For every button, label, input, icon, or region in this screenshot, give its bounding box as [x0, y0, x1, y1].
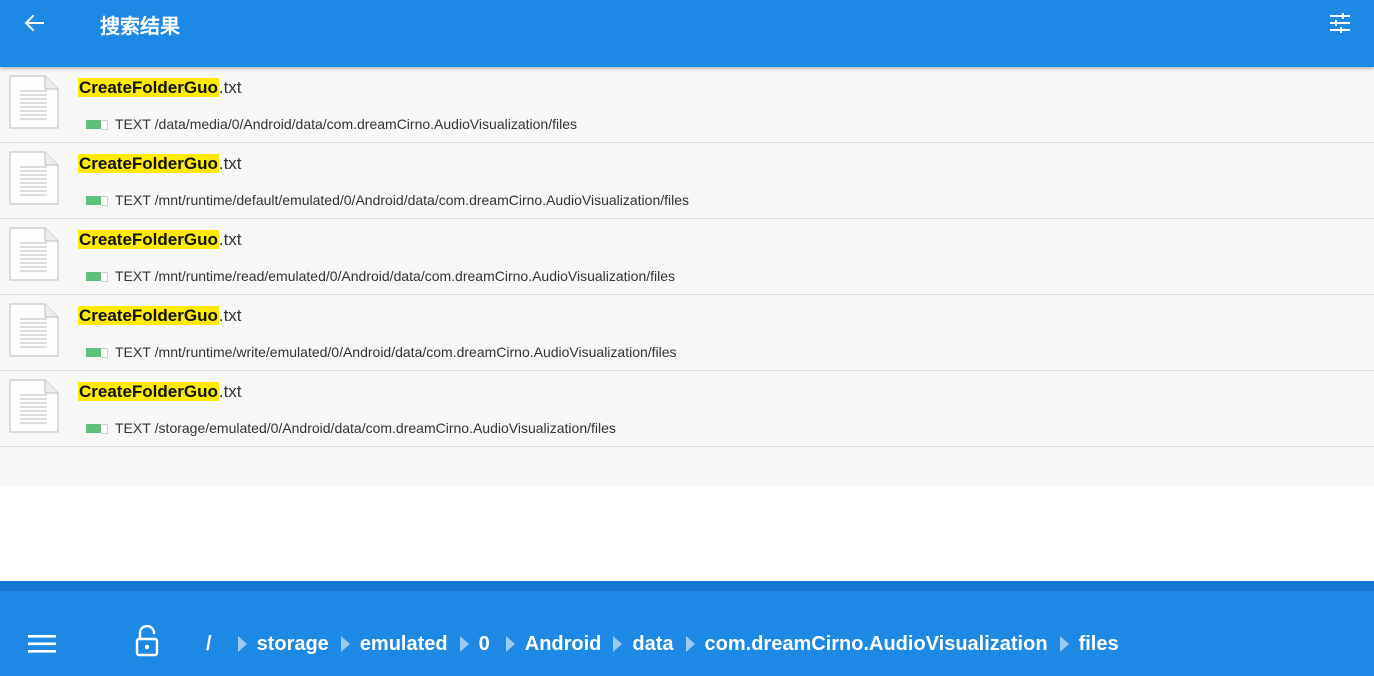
chevron-right-icon	[237, 636, 247, 652]
search-highlight: CreateFolderGuo	[78, 382, 219, 401]
file-type-icon	[86, 347, 108, 358]
text-file-icon	[9, 379, 59, 433]
file-path: /mnt/runtime/read/emulated/0/Android/dat…	[154, 268, 676, 284]
file-name: CreateFolderGuo.txt	[78, 382, 242, 402]
file-name: CreateFolderGuo.txt	[78, 154, 242, 174]
file-path: /mnt/runtime/default/emulated/0/Android/…	[154, 192, 690, 208]
chevron-right-icon	[340, 636, 350, 652]
hamburger-menu-icon	[28, 635, 56, 653]
search-highlight: CreateFolderGuo	[78, 78, 219, 97]
file-type-icon	[86, 271, 108, 282]
file-type: TEXT	[115, 192, 151, 208]
search-highlight: CreateFolderGuo	[78, 306, 219, 325]
file-type-icon	[86, 423, 108, 434]
breadcrumb-item[interactable]: storage	[257, 633, 329, 656]
file-extension: .txt	[218, 382, 242, 401]
file-meta: TEXT /mnt/runtime/write/emulated/0/Andro…	[86, 344, 677, 360]
file-path: /storage/emulated/0/Android/data/com.dre…	[154, 420, 616, 436]
text-file-icon	[9, 303, 59, 357]
search-results-list: CreateFolderGuo.txt TEXT /data/media/0/An…	[0, 67, 1374, 486]
file-meta: TEXT /storage/emulated/0/Android/data/co…	[86, 420, 616, 436]
path-bar: / storage emulated 0 Android data com.dreamCir…	[0, 581, 1374, 676]
unlocked-padlock-icon	[135, 624, 159, 657]
file-extension: .txt	[218, 78, 242, 97]
chevron-right-icon	[613, 636, 623, 652]
file-extension: .txt	[218, 230, 242, 249]
file-name: CreateFolderGuo.txt	[78, 78, 242, 98]
file-name: CreateFolderGuo.txt	[78, 306, 242, 326]
file-type-icon	[86, 119, 108, 130]
breadcrumb-item[interactable]: 0	[479, 633, 490, 656]
filter-settings-button[interactable]	[1320, 5, 1360, 41]
lock-button[interactable]	[134, 624, 160, 657]
text-file-icon	[9, 227, 59, 281]
file-path: /mnt/runtime/write/emulated/0/Android/da…	[154, 344, 677, 360]
breadcrumb: / storage emulated 0 Android data com.dreamCir…	[206, 631, 1119, 657]
list-item[interactable]: CreateFolderGuo.txt TEXT /mnt/runtime/wri…	[0, 295, 1374, 371]
breadcrumb-item[interactable]: files	[1079, 633, 1119, 656]
file-type-icon	[86, 195, 108, 206]
file-meta: TEXT /data/media/0/Android/data/com.drea…	[86, 116, 577, 132]
back-button[interactable]	[14, 5, 54, 41]
file-extension: .txt	[218, 306, 242, 325]
file-type: TEXT	[115, 268, 151, 284]
chevron-right-icon	[1059, 636, 1069, 652]
breadcrumb-item[interactable]: data	[632, 633, 673, 656]
arrow-left-icon	[24, 14, 44, 32]
search-highlight: CreateFolderGuo	[78, 230, 219, 249]
file-type: TEXT	[115, 344, 151, 360]
breadcrumb-item[interactable]: emulated	[360, 633, 448, 656]
top-app-bar: 搜索结果	[0, 0, 1374, 67]
file-meta: TEXT /mnt/runtime/read/emulated/0/Androi…	[86, 268, 675, 284]
chevron-right-icon	[459, 636, 469, 652]
list-item[interactable]: CreateFolderGuo.txt TEXT /storage/emulate…	[0, 371, 1374, 447]
file-extension: .txt	[218, 154, 242, 173]
list-item[interactable]: CreateFolderGuo.txt TEXT /mnt/runtime/rea…	[0, 219, 1374, 295]
page-title: 搜索结果	[100, 14, 180, 38]
file-path: /data/media/0/Android/data/com.dreamCirn…	[154, 116, 577, 132]
search-highlight: CreateFolderGuo	[78, 154, 219, 173]
text-file-icon	[9, 151, 59, 205]
chevron-right-icon	[685, 636, 695, 652]
breadcrumb-item[interactable]: /	[206, 633, 212, 656]
text-file-icon	[9, 75, 59, 129]
list-item[interactable]: CreateFolderGuo.txt TEXT /mnt/runtime/def…	[0, 143, 1374, 219]
menu-button[interactable]	[28, 632, 58, 656]
file-meta: TEXT /mnt/runtime/default/emulated/0/And…	[86, 192, 689, 208]
list-item[interactable]: CreateFolderGuo.txt TEXT /data/media/0/An…	[0, 67, 1374, 143]
breadcrumb-item[interactable]: com.dreamCirno.AudioVisualization	[705, 633, 1048, 656]
file-type: TEXT	[115, 116, 151, 132]
breadcrumb-item[interactable]: Android	[525, 633, 602, 656]
file-name: CreateFolderGuo.txt	[78, 230, 242, 250]
tune-sliders-icon	[1330, 13, 1350, 33]
file-type: TEXT	[115, 420, 151, 436]
chevron-right-icon	[505, 636, 515, 652]
